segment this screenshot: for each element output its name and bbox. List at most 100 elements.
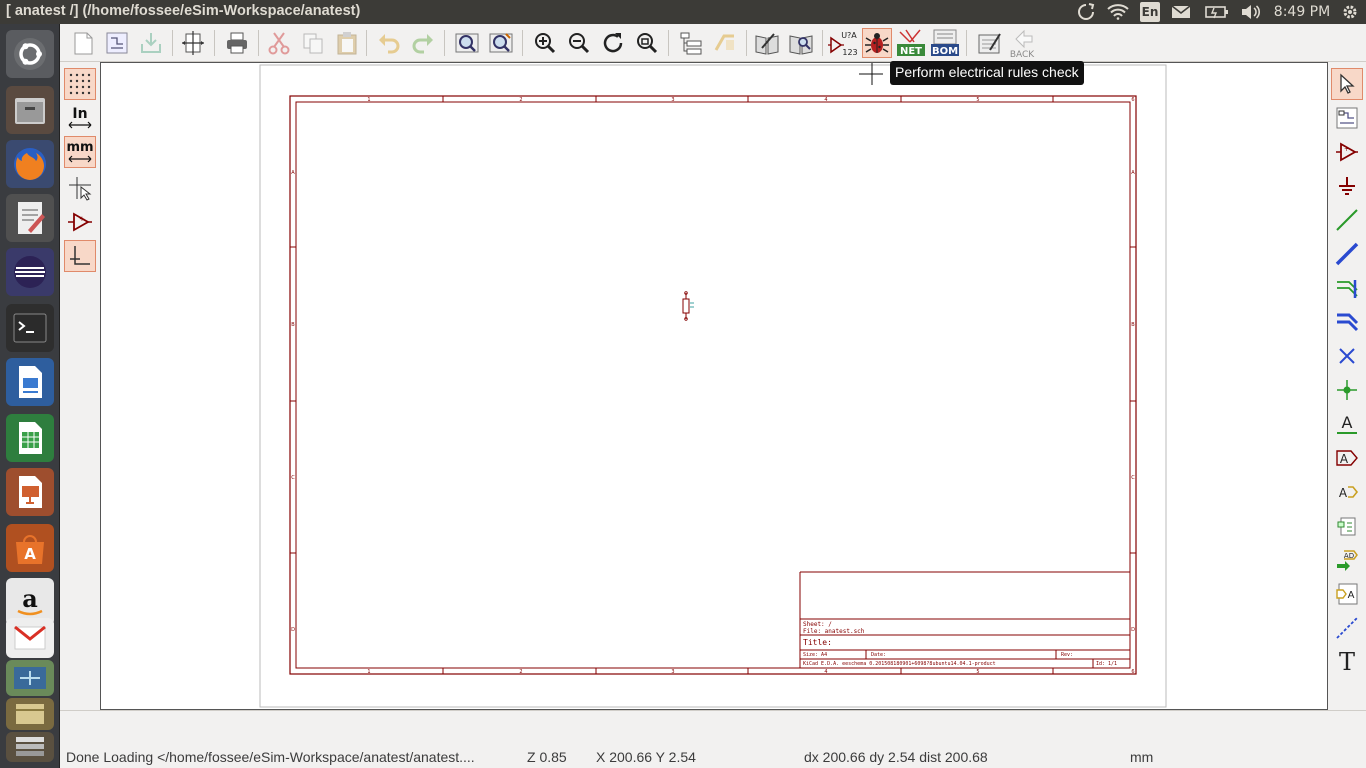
gmail-icon[interactable]: [6, 618, 54, 658]
unity-launcher: A a: [0, 24, 60, 768]
leave-sheet-icon[interactable]: [710, 28, 740, 58]
graphic-line-icon[interactable]: [1331, 612, 1363, 644]
wifi-icon[interactable]: [1106, 2, 1130, 22]
paste-icon[interactable]: [332, 28, 362, 58]
graphic-text-icon[interactable]: T: [1331, 646, 1363, 678]
zoom-fit-icon[interactable]: [632, 28, 662, 58]
sheet-pin-icon[interactable]: A: [1331, 578, 1363, 610]
place-wire-icon[interactable]: [1331, 204, 1363, 236]
calc-icon[interactable]: [6, 414, 54, 462]
firefox-icon[interactable]: [6, 140, 54, 188]
global-label-icon[interactable]: A: [1331, 442, 1363, 474]
svg-text:+: +: [79, 215, 85, 223]
col-label-bottom: 6: [1131, 669, 1134, 675]
zoom-out-icon[interactable]: [564, 28, 594, 58]
clock[interactable]: 8:49 PM: [1272, 2, 1332, 22]
import-sheet-pin-icon[interactable]: AD: [1331, 544, 1363, 576]
sync-icon[interactable]: [1076, 2, 1096, 22]
full-cursor-icon[interactable]: [64, 172, 96, 204]
files-icon[interactable]: [6, 86, 54, 134]
toolbar-separator: [258, 30, 259, 56]
wire-orientation-icon[interactable]: [64, 240, 96, 272]
hierarchical-sheet-icon[interactable]: [1331, 510, 1363, 542]
print-icon[interactable]: [222, 28, 252, 58]
kicad-icon[interactable]: [6, 660, 54, 696]
col-label-top: 5: [976, 97, 979, 103]
col-label-bottom: 5: [976, 669, 979, 675]
stacked-apps-icon[interactable]: [6, 732, 54, 762]
archive-icon[interactable]: [6, 698, 54, 730]
volume-icon[interactable]: [1240, 2, 1262, 22]
undo-icon[interactable]: [374, 28, 404, 58]
svg-text:a: a: [22, 584, 38, 613]
main-toolbar: U?A 123 NET BOM BACK: [60, 24, 1366, 62]
library-browser-icon[interactable]: [786, 28, 816, 58]
library-editor-icon[interactable]: [752, 28, 782, 58]
svg-text:A: A: [24, 545, 36, 563]
title-block-rev: Rev:: [1061, 652, 1073, 658]
toolbar-separator: [966, 30, 967, 56]
new-sheet-icon[interactable]: [68, 28, 98, 58]
status-delta: dx 200.66 dy 2.54 dist 200.68: [804, 749, 988, 765]
select-tool-icon[interactable]: [1331, 68, 1363, 100]
bus-bus-entry-icon[interactable]: [1331, 306, 1363, 338]
battery-icon[interactable]: [1204, 2, 1230, 22]
net-label-icon[interactable]: A: [1331, 408, 1363, 440]
hierarchical-label-icon[interactable]: A: [1331, 476, 1363, 508]
zoom-in-icon[interactable]: [530, 28, 560, 58]
toolbar-separator: [822, 30, 823, 56]
junction-icon[interactable]: [1331, 374, 1363, 406]
annotate-button[interactable]: U?A 123: [828, 28, 858, 58]
dash-home-icon[interactable]: [6, 30, 54, 78]
toolbar-separator: [172, 30, 173, 56]
place-component-icon[interactable]: +: [1331, 136, 1363, 168]
wire-bus-entry-icon[interactable]: [1331, 272, 1363, 304]
svg-text:A: A: [1348, 590, 1355, 601]
page-settings-icon[interactable]: [178, 28, 208, 58]
units-mm-button[interactable]: mm: [64, 136, 96, 168]
grid-toggle-icon[interactable]: [64, 68, 96, 100]
title-block-size: Size: A4: [803, 652, 827, 658]
redraw-icon[interactable]: [598, 28, 628, 58]
drawing-toolbar: + A A A AD A T: [1328, 62, 1366, 710]
erc-button[interactable]: [862, 28, 892, 58]
redo-icon[interactable]: [408, 28, 438, 58]
bom-button[interactable]: BOM: [930, 28, 960, 58]
new-schematic-icon[interactable]: [102, 28, 132, 58]
text-editor-icon[interactable]: [6, 194, 54, 242]
status-zoom: Z 0.85: [527, 749, 567, 765]
back-button[interactable]: BACK: [1006, 28, 1038, 58]
hidden-pins-icon[interactable]: +: [64, 206, 96, 238]
eclipse-icon[interactable]: [6, 248, 54, 296]
find-replace-icon[interactable]: [486, 28, 516, 58]
col-label-top: 1: [367, 97, 370, 103]
row-label-left: D: [291, 627, 295, 633]
mail-icon[interactable]: [1170, 2, 1192, 22]
hierarchy-navigator-icon[interactable]: [676, 28, 706, 58]
writer-icon[interactable]: [6, 358, 54, 406]
copy-icon[interactable]: [298, 28, 328, 58]
impress-icon[interactable]: [6, 468, 54, 516]
gear-icon[interactable]: [1340, 2, 1360, 22]
terminal-icon[interactable]: [6, 304, 54, 352]
place-bus-icon[interactable]: [1331, 238, 1363, 270]
schematic-canvas[interactable]: 1 2 3 4 5 6 1 2 3 4 5 6 A B C D A B C D: [100, 62, 1328, 710]
cut-icon[interactable]: [264, 28, 294, 58]
keyboard-layout-indicator[interactable]: En: [1140, 2, 1160, 22]
title-block-id: Id: 1/1: [1096, 661, 1117, 667]
highlight-net-icon[interactable]: [1331, 102, 1363, 134]
find-icon[interactable]: [452, 28, 482, 58]
window-title: [ anatest /] (/home/fossee/eSim-Workspac…: [6, 3, 361, 19]
graphic-text-label: T: [1338, 648, 1355, 676]
units-inch-button[interactable]: In: [64, 102, 96, 134]
software-center-icon[interactable]: A: [6, 524, 54, 572]
row-label-right: A: [1131, 170, 1135, 176]
netlist-button[interactable]: NET: [896, 28, 926, 58]
no-connect-icon[interactable]: [1331, 340, 1363, 372]
assign-footprints-icon[interactable]: [974, 28, 1004, 58]
save-icon[interactable]: [136, 28, 166, 58]
place-power-icon[interactable]: [1331, 170, 1363, 202]
title-block-title: Title:: [803, 638, 832, 647]
title-block-date: Date:: [871, 652, 886, 658]
status-coordinates: X 200.66 Y 2.54: [596, 749, 696, 765]
